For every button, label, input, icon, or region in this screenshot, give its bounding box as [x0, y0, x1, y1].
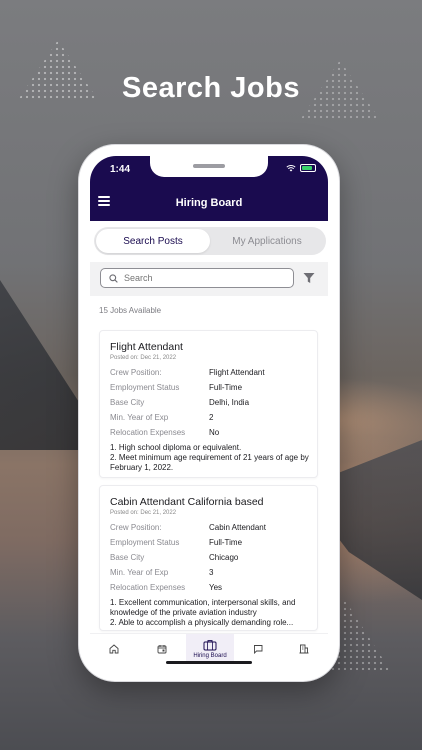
job-card[interactable]: Cabin Attendant California based Posted … [99, 485, 318, 631]
job-posted-date: Posted on: Dec 21, 2022 [110, 355, 177, 361]
briefcase-icon [203, 640, 217, 651]
nav-home[interactable] [94, 634, 134, 664]
field-label: Min. Year of Exp [110, 413, 169, 422]
tab-search-posts[interactable]: Search Posts [96, 229, 210, 253]
job-title: Flight Attendant [110, 341, 183, 353]
field-label: Relocation Expenses [110, 428, 186, 437]
field-value: 2 [209, 413, 214, 422]
job-requirement: 2. Able to accomplish a physically deman… [110, 618, 294, 627]
phone-frame: 1:44 Hiring Board Search Posts My Applic… [79, 145, 339, 681]
field-label: Crew Position: [110, 523, 162, 532]
app-screen: 1:44 Hiring Board Search Posts My Applic… [90, 156, 328, 670]
search-field[interactable] [100, 268, 294, 288]
nav-hiring-board[interactable]: Hiring Board [186, 634, 234, 664]
field-value: Full-Time [209, 383, 243, 392]
field-label: Min. Year of Exp [110, 568, 169, 577]
search-bar [90, 262, 328, 296]
chat-icon [254, 645, 263, 654]
field-value: Yes [209, 583, 223, 592]
home-indicator [166, 661, 252, 664]
wifi-icon [286, 165, 296, 172]
building-icon [299, 644, 309, 654]
job-requirement: 1. Excellent communication, interpersona… [110, 598, 296, 617]
field-label: Crew Position: [110, 368, 162, 377]
field-value: 3 [209, 568, 214, 577]
nav-messages[interactable] [238, 634, 278, 664]
status-time: 1:44 [110, 164, 131, 175]
nav-calendar[interactable] [142, 634, 182, 664]
job-card[interactable]: Flight Attendant Posted on: Dec 21, 2022… [99, 330, 318, 478]
job-title: Cabin Attendant California based [110, 496, 264, 508]
page-title: Hiring Board [175, 197, 243, 209]
promo-headline: Search Jobs [122, 72, 300, 104]
field-value: Delhi, India [209, 398, 250, 407]
calendar-icon [157, 645, 167, 654]
field-value: No [209, 428, 220, 437]
filter-icon[interactable] [303, 272, 315, 284]
bottom-navigation: Hiring Board [90, 633, 328, 670]
nav-company[interactable] [284, 634, 324, 664]
search-input[interactable] [124, 273, 274, 283]
notch-speaker [193, 164, 225, 168]
field-value: Chicago [209, 553, 239, 562]
field-value: Cabin Attendant [209, 523, 266, 532]
field-value: Full-Time [209, 538, 243, 547]
job-requirement: 2. Meet minimum age requirement of 21 ye… [110, 453, 309, 472]
app-header: 1:44 Hiring Board [90, 156, 328, 221]
jobs-count-label: 15 Jobs Available [99, 306, 162, 315]
battery-icon [300, 164, 316, 172]
tab-my-applications[interactable]: My Applications [210, 229, 324, 253]
field-label: Relocation Expenses [110, 583, 186, 592]
job-requirement: 1. High school diploma or equivalent. [110, 443, 242, 452]
nav-label: Hiring Board [193, 653, 227, 659]
field-label: Base City [110, 553, 145, 562]
field-label: Employment Status [110, 538, 180, 547]
tab-switcher: Search Posts My Applications [94, 227, 326, 255]
home-icon [109, 644, 119, 654]
field-value: Flight Attendant [209, 368, 265, 377]
job-posted-date: Posted on: Dec 21, 2022 [110, 510, 177, 516]
search-icon [109, 273, 118, 283]
field-label: Base City [110, 398, 145, 407]
status-icons [286, 164, 316, 172]
field-label: Employment Status [110, 383, 180, 392]
